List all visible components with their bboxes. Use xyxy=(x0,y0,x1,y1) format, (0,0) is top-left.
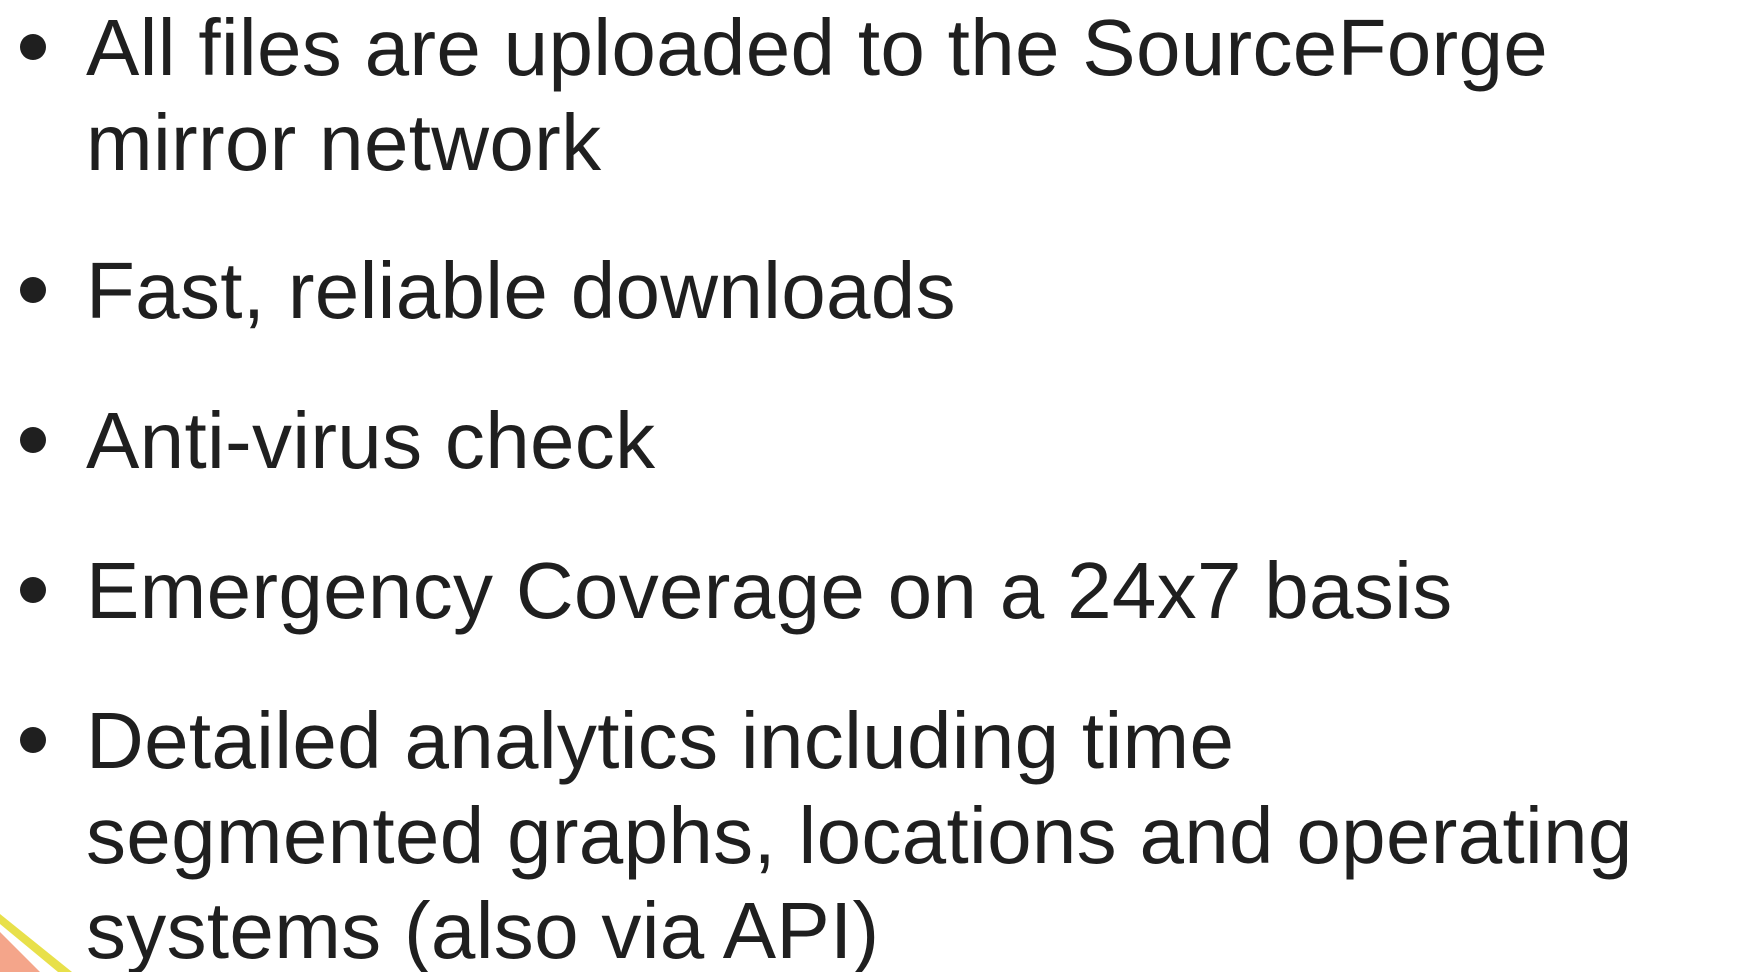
bullet-text: Fast, reliable downloads xyxy=(86,246,956,335)
bullet-dot-icon xyxy=(20,577,46,603)
bullet-dot-icon xyxy=(20,34,46,60)
bullet-dot-icon xyxy=(20,727,46,753)
bullet-text: Emergency Coverage on a 24x7 basis xyxy=(86,546,1453,635)
bullet-text: Anti-virus check xyxy=(86,396,656,485)
bullet-dot-icon xyxy=(20,427,46,453)
slide: All files are uploaded to the SourceForg… xyxy=(0,0,1740,972)
bullet-text: Detailed analytics including time segmen… xyxy=(86,696,1633,972)
bullet-dot-icon xyxy=(20,277,46,303)
bullet-text: All files are uploaded to the SourceForg… xyxy=(86,3,1549,187)
